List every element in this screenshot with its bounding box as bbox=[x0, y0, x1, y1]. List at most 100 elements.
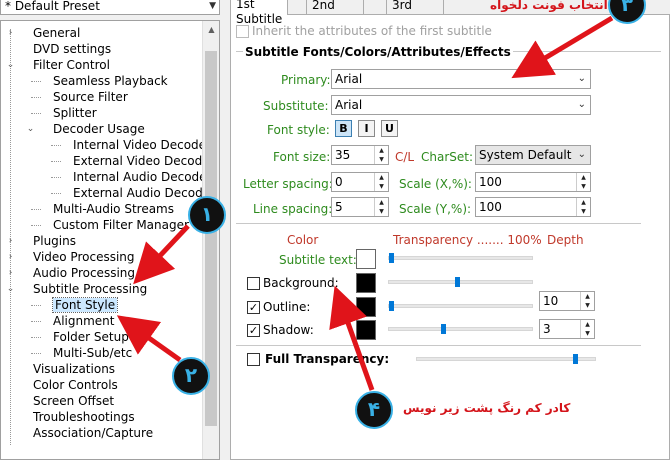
slider-thumb[interactable] bbox=[441, 324, 446, 334]
tree-item-label: Decoder Usage bbox=[53, 122, 145, 136]
tree-item-label: Video Processing bbox=[33, 250, 135, 264]
shadow-transparency-slider[interactable] bbox=[388, 324, 533, 334]
tree-item[interactable]: Source Filter bbox=[53, 89, 128, 105]
subtitle-text-transparency-slider[interactable] bbox=[388, 253, 533, 263]
spin-down-icon[interactable]: ▼ bbox=[375, 182, 388, 191]
scroll-up-icon[interactable]: ▲ bbox=[203, 21, 219, 38]
collapse-icon[interactable]: ⌄ bbox=[25, 121, 36, 137]
outline-transparency-slider[interactable] bbox=[388, 301, 533, 311]
shadow-checkbox[interactable]: ✓ bbox=[247, 324, 260, 337]
substitute-font-select[interactable]: Arial ⌄ bbox=[331, 95, 591, 115]
tree-item[interactable]: Folder Setup bbox=[53, 329, 129, 345]
tree-item[interactable]: Plugins bbox=[33, 233, 76, 249]
tab-1st-subtitle[interactable]: 1st Subtitle bbox=[230, 0, 289, 26]
background-transparency-slider[interactable] bbox=[388, 277, 533, 287]
expand-icon[interactable]: › bbox=[5, 25, 16, 41]
tree-item[interactable]: Association/Capture bbox=[33, 425, 153, 441]
shadow-label: Shadow: bbox=[263, 323, 314, 337]
outline-depth-value: 10 bbox=[543, 294, 559, 308]
tree-item[interactable]: Custom Filter Manager bbox=[53, 217, 189, 233]
spin-up-icon[interactable]: ▲ bbox=[581, 320, 594, 329]
line-spacing-spinner[interactable]: 5 ▲ ▼ bbox=[331, 197, 389, 217]
tree-item[interactable]: Internal Video Decoder bbox=[73, 137, 211, 153]
tab-3rd-subtitle[interactable]: 3rd Subtitle bbox=[386, 0, 445, 27]
spin-up-icon[interactable]: ▲ bbox=[581, 292, 594, 301]
background-color-swatch[interactable] bbox=[356, 273, 376, 293]
slider-thumb[interactable] bbox=[389, 301, 394, 311]
tree-scrollbar[interactable]: ▲ bbox=[202, 21, 219, 459]
background-checkbox[interactable] bbox=[247, 277, 260, 290]
line-spacing-value: 5 bbox=[335, 200, 343, 214]
tree-connector bbox=[31, 305, 41, 306]
spin-up-icon[interactable]: ▲ bbox=[577, 173, 590, 182]
charset-select[interactable]: System Default ⌄ bbox=[475, 145, 591, 165]
tree-item-label: Font Style bbox=[51, 297, 119, 313]
collapse-icon[interactable]: ⌄ bbox=[5, 57, 16, 73]
font-style-label: Font style: bbox=[267, 123, 330, 137]
tree-item[interactable]: DVD settings bbox=[33, 41, 111, 57]
shadow-depth-spinner[interactable]: 3 ▲ ▼ bbox=[539, 319, 595, 339]
tree-item[interactable]: Color Controls bbox=[33, 377, 118, 393]
tree-item[interactable]: Screen Offset bbox=[33, 393, 114, 409]
annotation-badge-2: ۲ bbox=[172, 357, 210, 395]
scale-y-spinner[interactable]: 100 ▲ ▼ bbox=[475, 197, 591, 217]
tree-item[interactable]: External Video Decoder bbox=[73, 153, 215, 169]
preset-select[interactable]: * Default Preset ▼ bbox=[0, 0, 220, 15]
spin-down-icon[interactable]: ▼ bbox=[375, 155, 388, 164]
outline-depth-spinner[interactable]: 10 ▲ ▼ bbox=[539, 291, 595, 311]
tree-item[interactable]: Subtitle Processing bbox=[33, 281, 147, 297]
bold-button[interactable]: B bbox=[335, 120, 352, 137]
slider-thumb[interactable] bbox=[389, 253, 394, 263]
tree-item[interactable]: Audio Processing bbox=[33, 265, 135, 281]
tree-item-label: Audio Processing bbox=[33, 266, 135, 280]
tree-item[interactable]: Multi-Sub/etc bbox=[53, 345, 132, 361]
font-size-label: Font size: bbox=[273, 150, 331, 164]
underline-button[interactable]: U bbox=[381, 120, 398, 137]
tree-item[interactable]: Multi-Audio Streams bbox=[53, 201, 174, 217]
tree-item-label: Custom Filter Manager bbox=[53, 218, 189, 232]
collapse-icon[interactable]: ⌄ bbox=[5, 281, 16, 297]
spin-down-icon[interactable]: ▼ bbox=[577, 207, 590, 216]
tree-item-label: Color Controls bbox=[33, 378, 118, 392]
depth-header: Depth bbox=[547, 233, 584, 247]
scale-x-spinner[interactable]: 100 ▲ ▼ bbox=[475, 172, 591, 192]
shadow-color-swatch[interactable] bbox=[356, 320, 376, 340]
full-transparency-checkbox[interactable] bbox=[247, 353, 260, 366]
spin-up-icon[interactable]: ▲ bbox=[375, 173, 388, 182]
outline-color-swatch[interactable] bbox=[356, 297, 376, 317]
spin-up-icon[interactable]: ▲ bbox=[375, 146, 388, 155]
spin-down-icon[interactable]: ▼ bbox=[581, 301, 594, 310]
substitute-font-value: Arial bbox=[335, 98, 363, 112]
tab-2nd-subtitle[interactable]: 2nd Subtitle bbox=[306, 0, 365, 27]
spin-up-icon[interactable]: ▲ bbox=[577, 198, 590, 207]
spin-up-icon[interactable]: ▲ bbox=[375, 198, 388, 207]
tree-item[interactable]: Visualizations bbox=[33, 361, 115, 377]
spin-down-icon[interactable]: ▼ bbox=[375, 207, 388, 216]
tree-item[interactable]: Video Processing bbox=[33, 249, 135, 265]
spin-down-icon[interactable]: ▼ bbox=[581, 329, 594, 338]
letter-spacing-spinner[interactable]: 0 ▲ ▼ bbox=[331, 172, 389, 192]
font-size-spinner[interactable]: 35 ▲ ▼ bbox=[331, 145, 389, 165]
slider-thumb[interactable] bbox=[455, 277, 460, 287]
tree-item[interactable]: Decoder Usage bbox=[53, 121, 145, 137]
tree-item[interactable]: Filter Control bbox=[33, 57, 110, 73]
tree-item[interactable]: Font Style bbox=[51, 297, 119, 313]
subtitle-text-color-swatch[interactable] bbox=[356, 249, 376, 269]
expand-icon[interactable]: › bbox=[5, 265, 16, 281]
slider-thumb[interactable] bbox=[573, 354, 578, 364]
italic-button[interactable]: I bbox=[358, 120, 375, 137]
full-transparency-slider[interactable] bbox=[416, 354, 596, 364]
tree-item[interactable]: Seamless Playback bbox=[53, 73, 168, 89]
tree-item[interactable]: Splitter bbox=[53, 105, 97, 121]
primary-font-select[interactable]: Arial ⌄ bbox=[331, 69, 591, 89]
tree-item[interactable]: Alignment bbox=[53, 313, 114, 329]
tree-item[interactable]: External Audio Decoder bbox=[73, 185, 215, 201]
tree-item-label: Troubleshootings bbox=[33, 410, 135, 424]
tree-item[interactable]: Troubleshootings bbox=[33, 409, 135, 425]
tree-item[interactable]: General bbox=[33, 25, 80, 41]
spin-down-icon[interactable]: ▼ bbox=[577, 182, 590, 191]
expand-icon[interactable]: › bbox=[5, 249, 16, 265]
expand-icon[interactable]: › bbox=[5, 233, 16, 249]
tree-item[interactable]: Internal Audio Decoder bbox=[73, 169, 211, 185]
outline-checkbox[interactable]: ✓ bbox=[247, 301, 260, 314]
